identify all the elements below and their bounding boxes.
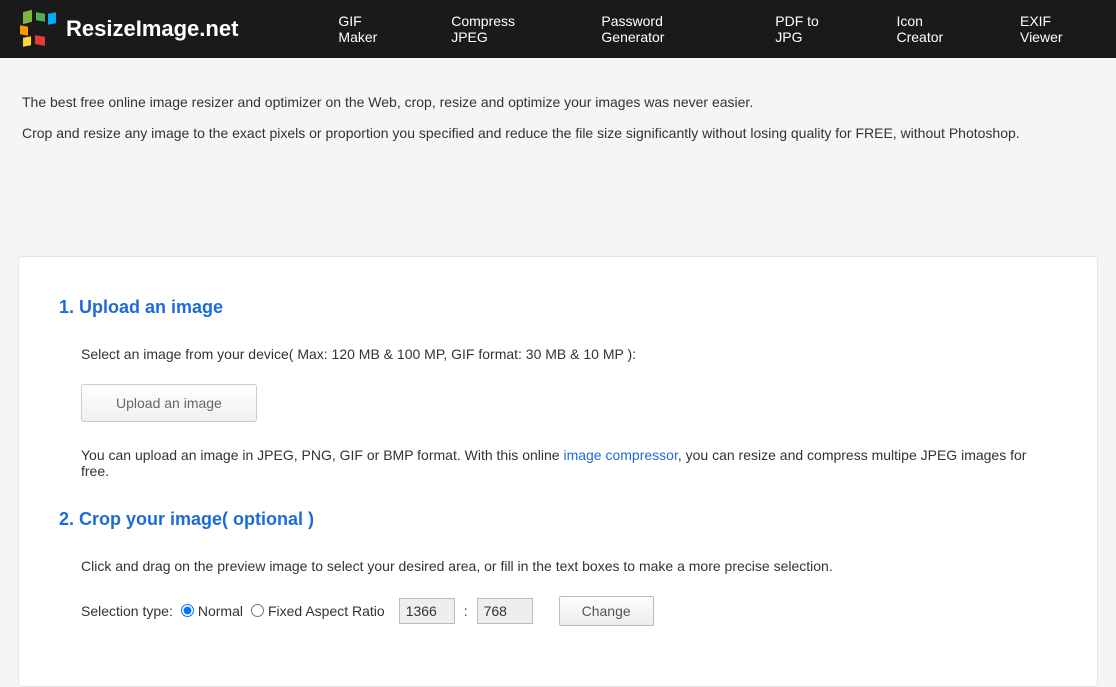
upload-note: You can upload an image in JPEG, PNG, GI… (81, 447, 1057, 479)
logo-icon (20, 11, 56, 47)
nav-gif-maker[interactable]: GIF Maker (338, 13, 403, 45)
intro-section: The best free online image resizer and o… (0, 58, 1116, 156)
change-button[interactable]: Change (559, 596, 654, 626)
dimension-separator: : (464, 603, 468, 619)
main-card: 1. Upload an image Select an image from … (18, 256, 1098, 687)
main-header: ResizeImage.net GIF Maker Compress JPEG … (0, 0, 1116, 58)
logo-link[interactable]: ResizeImage.net (20, 11, 238, 47)
radio-normal-label[interactable]: Normal (181, 603, 243, 619)
width-input[interactable] (399, 598, 455, 624)
nav-compress-jpeg[interactable]: Compress JPEG (451, 13, 553, 45)
nav-password-generator[interactable]: Password Generator (601, 13, 727, 45)
nav-exif-viewer[interactable]: EXIF Viewer (1020, 13, 1096, 45)
section-upload: 1. Upload an image Select an image from … (59, 297, 1057, 479)
upload-instruction: Select an image from your device( Max: 1… (81, 346, 1057, 362)
top-nav: GIF Maker Compress JPEG Password Generat… (338, 13, 1096, 45)
crop-instruction: Click and drag on the preview image to s… (81, 558, 1057, 574)
radio-normal-text: Normal (198, 603, 243, 619)
nav-pdf-to-jpg[interactable]: PDF to JPG (775, 13, 848, 45)
selection-row: Selection type: Normal Fixed Aspect Rati… (81, 596, 1057, 626)
section-crop-title: 2. Crop your image( optional ) (59, 509, 1057, 530)
radio-fixed[interactable] (251, 604, 264, 617)
intro-line-2: Crop and resize any image to the exact p… (22, 119, 1094, 148)
brand-name: ResizeImage.net (66, 16, 238, 42)
radio-fixed-text: Fixed Aspect Ratio (268, 603, 385, 619)
image-compressor-link[interactable]: image compressor (563, 447, 677, 463)
section-upload-title: 1. Upload an image (59, 297, 1057, 318)
radio-fixed-label[interactable]: Fixed Aspect Ratio (251, 603, 385, 619)
upload-note-pre: You can upload an image in JPEG, PNG, GI… (81, 447, 563, 463)
nav-icon-creator[interactable]: Icon Creator (896, 13, 972, 45)
radio-normal[interactable] (181, 604, 194, 617)
upload-button[interactable]: Upload an image (81, 384, 257, 422)
section-crop: 2. Crop your image( optional ) Click and… (59, 509, 1057, 626)
selection-type-label: Selection type: (81, 603, 173, 619)
height-input[interactable] (477, 598, 533, 624)
intro-line-1: The best free online image resizer and o… (22, 88, 1094, 117)
